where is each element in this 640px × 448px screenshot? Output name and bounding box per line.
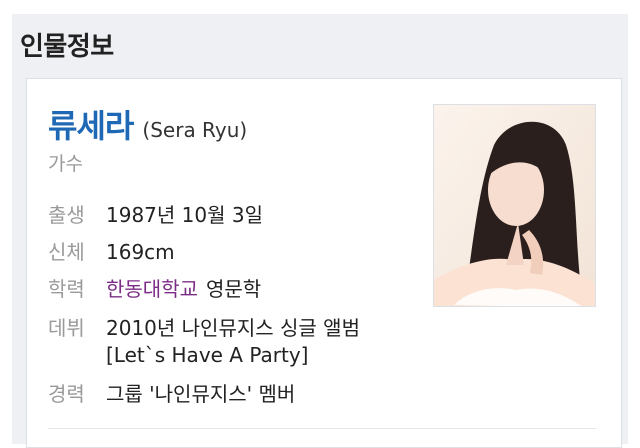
info-label: 경력 xyxy=(48,382,85,406)
card-divider xyxy=(48,428,596,429)
info-value-continued: [Let`s Have A Party] xyxy=(106,343,309,367)
info-row-education: 학력 한동대학교 영문학 xyxy=(48,273,261,302)
profile-photo[interactable] xyxy=(433,104,596,307)
info-value: 2010년 나인뮤지스 싱글 앨범 xyxy=(106,316,360,340)
info-value: 1987년 10월 3일 xyxy=(106,203,263,227)
info-label: 출생 xyxy=(48,203,85,227)
info-row-debut: 데뷔 2010년 나인뮤지스 싱글 앨범 xyxy=(48,312,360,341)
university-link[interactable]: 한동대학교 xyxy=(106,277,198,301)
info-label: 신체 xyxy=(48,240,85,264)
panel-title: 인물정보 xyxy=(20,32,114,62)
info-value: 그룹 '나인뮤지스' 멤버 xyxy=(106,382,296,406)
info-row-birth: 출생 1987년 10월 3일 xyxy=(48,199,263,228)
info-label: 학력 xyxy=(48,277,85,301)
info-value: 169cm xyxy=(106,240,175,264)
person-name-english: (Sera Ryu) xyxy=(142,118,248,142)
profile-photo-icon xyxy=(434,105,595,306)
info-value: 영문학 xyxy=(206,277,262,301)
person-name-link[interactable]: 류세라 xyxy=(48,107,134,145)
person-name-row: 류세라 (Sera Ryu) xyxy=(48,101,247,147)
info-label: 데뷔 xyxy=(48,316,85,340)
info-row-career: 경력 그룹 '나인뮤지스' 멤버 xyxy=(48,378,295,407)
person-occupation: 가수 xyxy=(48,153,83,175)
info-row-body: 신체 169cm xyxy=(48,236,175,265)
